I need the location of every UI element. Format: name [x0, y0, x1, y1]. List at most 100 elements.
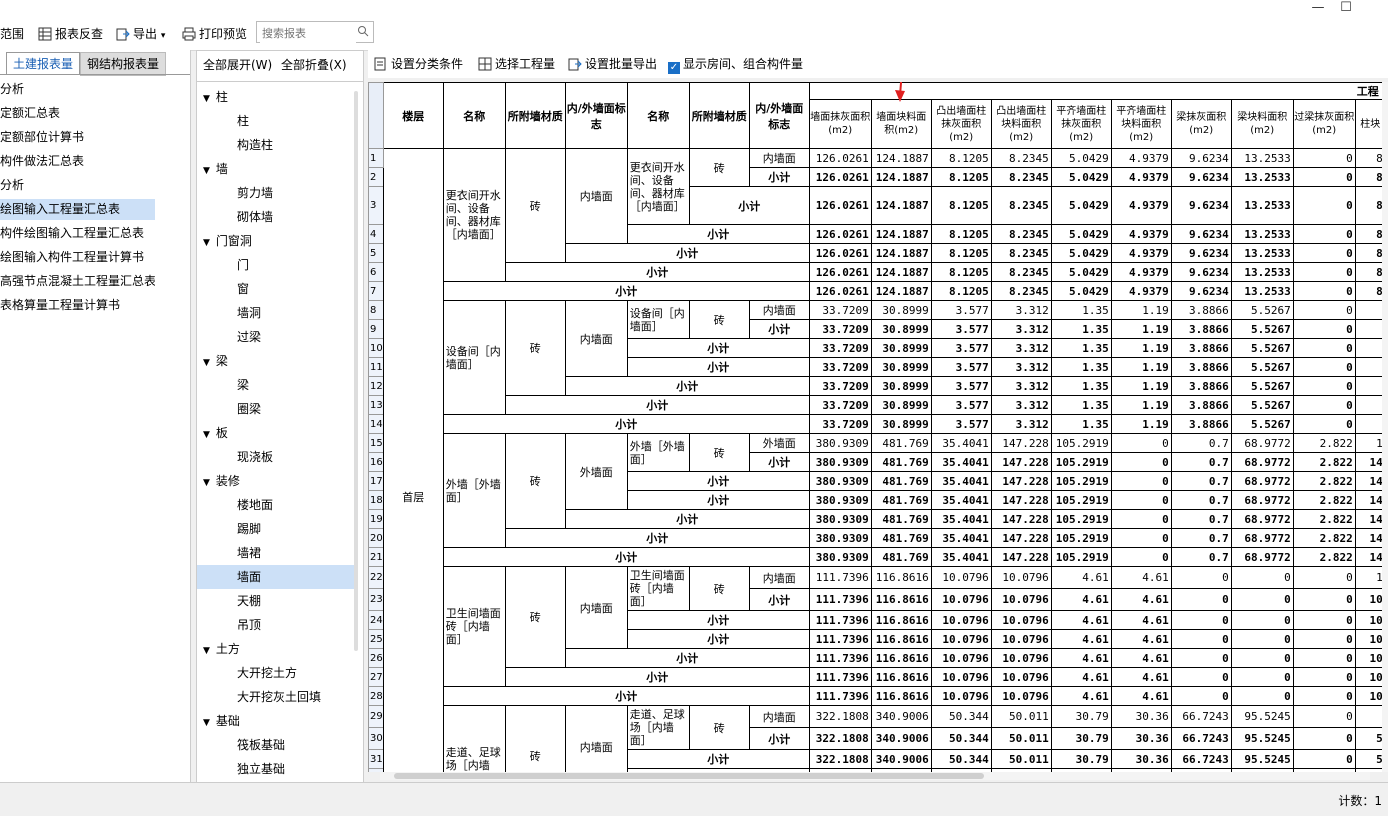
tree-category[interactable]: ▼ 土方 — [197, 637, 357, 661]
quantity-cell[interactable]: 111.7396 — [808, 686, 872, 706]
quantity-cell[interactable]: 1.35 — [1050, 395, 1112, 415]
quantity-cell[interactable]: 105.2919 — [1050, 509, 1112, 529]
quantity-cell[interactable]: 5 — [1354, 749, 1386, 769]
quantity-cell[interactable]: 4.61 — [1110, 686, 1172, 706]
quantity-cell[interactable]: 0 — [1292, 338, 1356, 358]
quantity-cell[interactable]: 13.2533 — [1230, 243, 1294, 263]
report-item[interactable]: 构件绘图输入工程量汇总表 — [0, 223, 155, 244]
tree-item[interactable]: 梁 — [197, 373, 357, 397]
quantity-cell[interactable]: 3.8866 — [1170, 395, 1232, 415]
quantity-cell[interactable]: 30.8999 — [870, 300, 932, 320]
quantity-cell[interactable]: 68.9772 — [1230, 509, 1294, 529]
quantity-cell[interactable]: 0 — [1170, 686, 1232, 706]
quantity-cell[interactable]: 3.312 — [990, 300, 1052, 320]
report-grid[interactable]: 楼层 名称 所附墙材质 内/外墙面标志 名称 所附墙材质 内/外墙面标志 工程 … — [368, 82, 1388, 772]
quantity-cell[interactable]: 1.19 — [1110, 357, 1172, 377]
quantity-cell[interactable]: 116.8616 — [870, 588, 932, 611]
quantity-cell[interactable]: 116.8616 — [870, 667, 932, 687]
quantity-cell[interactable]: 0 — [1292, 186, 1356, 225]
quantity-cell[interactable]: 147.228 — [990, 528, 1052, 548]
quantity-cell[interactable]: 9.6234 — [1170, 224, 1232, 244]
quantity-cell[interactable]: 481.769 — [870, 471, 932, 491]
quantity-cell[interactable]: 2.822 — [1292, 433, 1356, 453]
quantity-cell[interactable] — [1354, 376, 1386, 396]
quantity-cell[interactable]: 0.7 — [1170, 528, 1232, 548]
quantity-cell[interactable]: 10.0796 — [930, 566, 992, 589]
quantity-cell[interactable]: 35.4041 — [930, 547, 992, 567]
quantity-cell[interactable]: 0 — [1170, 566, 1232, 589]
checkbox-checked-icon[interactable]: ✓ — [668, 62, 680, 74]
chevron-down-icon[interactable]: ▼ — [203, 646, 210, 656]
quantity-cell[interactable]: 0 — [1110, 547, 1172, 567]
quantity-cell[interactable]: 10.0796 — [930, 648, 992, 668]
tree-item[interactable]: 构造柱 — [197, 133, 357, 157]
quantity-cell[interactable]: 0 — [1170, 629, 1232, 649]
quantity-cell[interactable]: 4.61 — [1050, 588, 1112, 611]
quantity-cell[interactable]: 380.9309 — [808, 452, 872, 472]
quantity-cell[interactable]: 481.769 — [870, 528, 932, 548]
quantity-cell[interactable]: 126.0261 — [808, 243, 872, 263]
quantity-cell[interactable]: 147.228 — [990, 547, 1052, 567]
quantity-cell[interactable]: 3.577 — [930, 319, 992, 339]
quantity-cell[interactable]: 0 — [1230, 648, 1294, 668]
quantity-cell[interactable]: 322.1808 — [808, 749, 872, 769]
quantity-cell[interactable]: 0 — [1292, 357, 1356, 377]
quantity-cell[interactable]: 5.0429 — [1050, 186, 1112, 225]
quantity-cell[interactable]: 0 — [1292, 148, 1356, 168]
quantity-cell[interactable]: 0 — [1230, 667, 1294, 687]
tree-scrollbar[interactable] — [354, 91, 358, 651]
quantity-cell[interactable]: 2.822 — [1292, 490, 1356, 510]
tree-item[interactable]: 现浇板 — [197, 445, 357, 469]
quantity-cell[interactable]: 0 — [1170, 588, 1232, 611]
quantity-cell[interactable]: 14 — [1354, 547, 1386, 567]
quantity-cell[interactable]: 0 — [1170, 667, 1232, 687]
search-icon[interactable] — [357, 25, 369, 37]
quantity-cell[interactable]: 0 — [1292, 648, 1356, 668]
quantity-cell[interactable] — [1354, 414, 1386, 434]
quantity-cell[interactable]: 68.9772 — [1230, 547, 1294, 567]
quantity-cell[interactable]: 380.9309 — [808, 528, 872, 548]
quantity-cell[interactable]: 30.36 — [1110, 749, 1172, 769]
quantity-cell[interactable]: 4.9379 — [1110, 243, 1172, 263]
quantity-cell[interactable]: 0.7 — [1170, 509, 1232, 529]
quantity-cell[interactable]: 1.35 — [1050, 300, 1112, 320]
quantity-cell[interactable]: 5.0429 — [1050, 262, 1112, 282]
quantity-cell[interactable]: 10.0796 — [990, 610, 1052, 630]
quantity-cell[interactable]: 68.9772 — [1230, 452, 1294, 472]
report-item[interactable]: 分析 — [0, 79, 155, 100]
search-input[interactable] — [260, 23, 356, 43]
minimize-button[interactable]: — — [1306, 0, 1330, 18]
quantity-cell[interactable]: 3.312 — [990, 414, 1052, 434]
quantity-cell[interactable]: 8 — [1354, 243, 1386, 263]
quantity-cell[interactable] — [1354, 357, 1386, 377]
quantity-cell[interactable]: 3.312 — [990, 395, 1052, 415]
tab-steel-report[interactable]: 钢结构报表量 — [80, 52, 167, 76]
quantity-cell[interactable]: 9.6234 — [1170, 186, 1232, 225]
quantity-cell[interactable]: 3.8866 — [1170, 376, 1232, 396]
tab-civil-report[interactable]: 土建报表量 — [6, 52, 81, 75]
quantity-cell[interactable]: 3.312 — [990, 319, 1052, 339]
quantity-cell[interactable]: 3.577 — [930, 300, 992, 320]
quantity-cell[interactable]: 3.8866 — [1170, 319, 1232, 339]
tree-item[interactable]: 过梁 — [197, 325, 357, 349]
quantity-cell[interactable]: 0 — [1230, 610, 1294, 630]
quantity-cell[interactable]: 0 — [1292, 224, 1356, 244]
quantity-cell[interactable]: 68.9772 — [1230, 471, 1294, 491]
quantity-cell[interactable]: 0 — [1292, 167, 1356, 187]
quantity-cell[interactable]: 3.8866 — [1170, 300, 1232, 320]
quantity-cell[interactable]: 10 — [1354, 686, 1386, 706]
quantity-cell[interactable]: 10 — [1354, 610, 1386, 630]
quantity-cell[interactable]: 8.2345 — [990, 262, 1052, 282]
tree-category[interactable]: ▼ 梁 — [197, 349, 357, 373]
quantity-cell[interactable]: 8 — [1354, 186, 1386, 225]
chevron-down-icon[interactable]: ▼ — [203, 238, 210, 248]
quantity-cell[interactable]: 0.7 — [1170, 452, 1232, 472]
tree-item[interactable]: 大开挖灰土回填 — [197, 685, 357, 709]
quantity-cell[interactable]: 8.1205 — [930, 243, 992, 263]
quantity-cell[interactable]: 0 — [1292, 395, 1356, 415]
quantity-cell[interactable]: 105.2919 — [1050, 490, 1112, 510]
set-category-button[interactable]: 设置分类条件 — [374, 54, 463, 74]
quantity-cell[interactable]: 68.9772 — [1230, 528, 1294, 548]
quantity-cell[interactable]: 66.7243 — [1170, 705, 1232, 728]
quantity-cell[interactable]: 35.4041 — [930, 509, 992, 529]
